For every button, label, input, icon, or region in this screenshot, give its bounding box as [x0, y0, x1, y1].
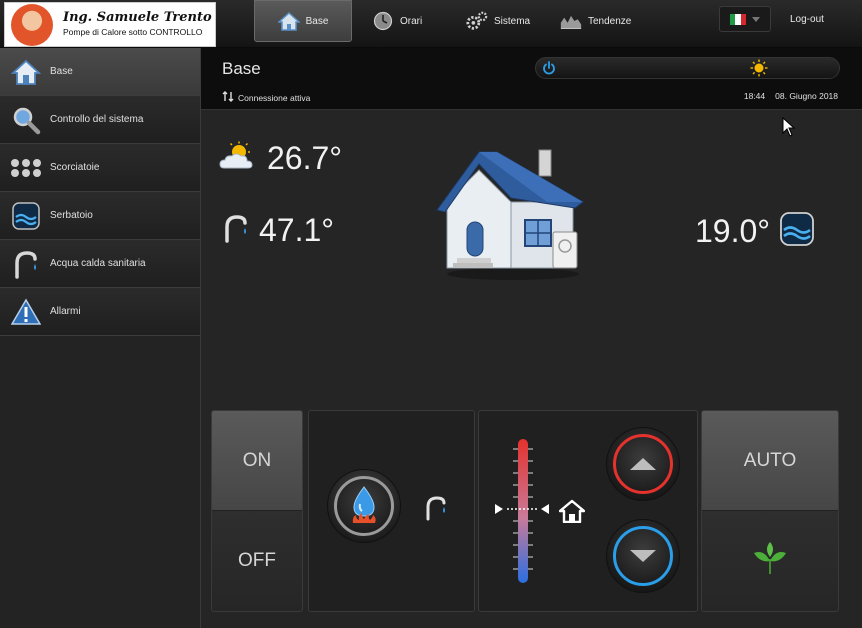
power-toggle-panel: ON OFF: [211, 410, 303, 612]
sidebar-item-label: Scorciatoie: [50, 162, 100, 173]
temperature-up-button[interactable]: [606, 427, 680, 501]
dots-grid-icon: [10, 152, 42, 184]
auto-mode-button[interactable]: AUTO: [702, 411, 838, 511]
page-header: Base Connessione attiva 18:44 08. Giugno …: [201, 48, 862, 110]
brand-name: Ing. Samuele Trento: [63, 10, 212, 26]
tab-sistema[interactable]: Sistema: [466, 0, 548, 42]
on-button[interactable]: ON: [212, 411, 302, 511]
eco-leaves-icon: [750, 541, 790, 581]
brand-logo: Ing. Samuele Trento Pompe di Calore sott…: [4, 2, 216, 47]
top-navigation-bar: Ing. Samuele Trento Pompe di Calore sott…: [0, 0, 862, 48]
sidebar-item-label: Serbatoio: [50, 210, 93, 221]
tab-sistema-label: Sistema: [494, 15, 531, 27]
tank-temperature: 19.0°: [695, 212, 814, 251]
house-icon: [558, 499, 586, 528]
tank-water-icon: [780, 212, 814, 251]
sidebar-item-label: Acqua calda sanitaria: [50, 258, 146, 269]
thermometer-scale-icon: [493, 435, 555, 590]
mode-panel: AUTO: [701, 410, 839, 612]
status-bar: [535, 57, 840, 79]
arrow-up-icon: [630, 458, 656, 470]
trend-chart-icon: [560, 10, 582, 32]
sun-icon: [750, 59, 768, 82]
sidebar-item-controllo-del-sistema[interactable]: Controllo del sistema: [0, 96, 200, 144]
outdoor-temperature: 26.7°: [219, 140, 342, 177]
warning-icon: [10, 296, 42, 328]
water-drop-flame-icon: [347, 484, 381, 529]
tank-temperature-value: 19.0°: [695, 213, 771, 249]
time: 18:44: [743, 91, 766, 101]
avatar: [11, 3, 53, 46]
gears-icon: [466, 10, 488, 32]
brand-tagline: Pompe di Calore sotto CONTROLLO: [63, 27, 203, 38]
tab-base-label: Base: [305, 15, 329, 27]
faucet-icon: [425, 495, 447, 526]
house-icon: [10, 56, 42, 88]
house-icon: [277, 10, 300, 32]
tank-water-icon: [10, 200, 42, 232]
connection-label: Connessione attiva: [238, 92, 311, 103]
sidebar-item-label: Base: [50, 66, 73, 77]
dhw-control-panel: [308, 410, 475, 612]
language-selector[interactable]: [719, 6, 771, 32]
connection-status: Connessione attiva: [222, 91, 310, 104]
dhw-temperature: 47.1°: [223, 212, 334, 249]
main-content: Base Connessione attiva 18:44 08. Giugno …: [201, 48, 862, 628]
sidebar: Base Controllo del sistema Scorciatoie S…: [0, 48, 201, 628]
dhw-temperature-value: 47.1°: [259, 212, 335, 248]
arrow-down-icon: [630, 550, 656, 562]
sidebar-item-label: Allarmi: [50, 306, 81, 317]
tab-tendenze-label: Tendenze: [588, 15, 632, 27]
faucet-icon: [10, 248, 42, 280]
outdoor-temperature-value: 26.7°: [267, 140, 343, 176]
transfer-arrows-icon: [222, 91, 234, 104]
logout-link[interactable]: Log-out: [790, 14, 824, 25]
mouse-cursor-icon: [782, 116, 796, 142]
house-illustration: [435, 140, 585, 285]
sidebar-item-label: Controllo del sistema: [50, 114, 144, 125]
chevron-down-icon: [752, 16, 760, 22]
power-icon[interactable]: [542, 61, 556, 80]
sidebar-item-allarmi[interactable]: Allarmi: [0, 288, 200, 336]
sidebar-item-acqua-calda-sanitaria[interactable]: Acqua calda sanitaria: [0, 240, 200, 288]
dhw-heating-button[interactable]: [327, 469, 401, 543]
magnifier-icon: [10, 104, 42, 136]
sidebar-item-scorciatoie[interactable]: Scorciatoie: [0, 144, 200, 192]
temperature-down-button[interactable]: [606, 519, 680, 593]
tab-orari-label: Orari: [400, 15, 423, 27]
sidebar-item-serbatoio[interactable]: Serbatoio: [0, 192, 200, 240]
tab-tendenze[interactable]: Tendenze: [560, 0, 650, 42]
eco-mode-button[interactable]: [702, 511, 838, 611]
date: 08. Giugno 2018: [775, 91, 838, 101]
datetime: 18:44 08. Giugno 2018: [744, 91, 838, 101]
faucet-icon: [223, 213, 249, 248]
temperature-adjust-panel: [478, 410, 698, 612]
page-title: Base: [222, 59, 261, 78]
sidebar-item-base[interactable]: Base: [0, 48, 200, 96]
partly-cloudy-icon: [219, 141, 257, 176]
tab-orari[interactable]: Orari: [372, 0, 452, 42]
off-button[interactable]: OFF: [212, 511, 302, 611]
italy-flag-icon: [730, 13, 746, 25]
clock-icon: [372, 10, 394, 32]
tab-base[interactable]: Base: [254, 0, 352, 42]
